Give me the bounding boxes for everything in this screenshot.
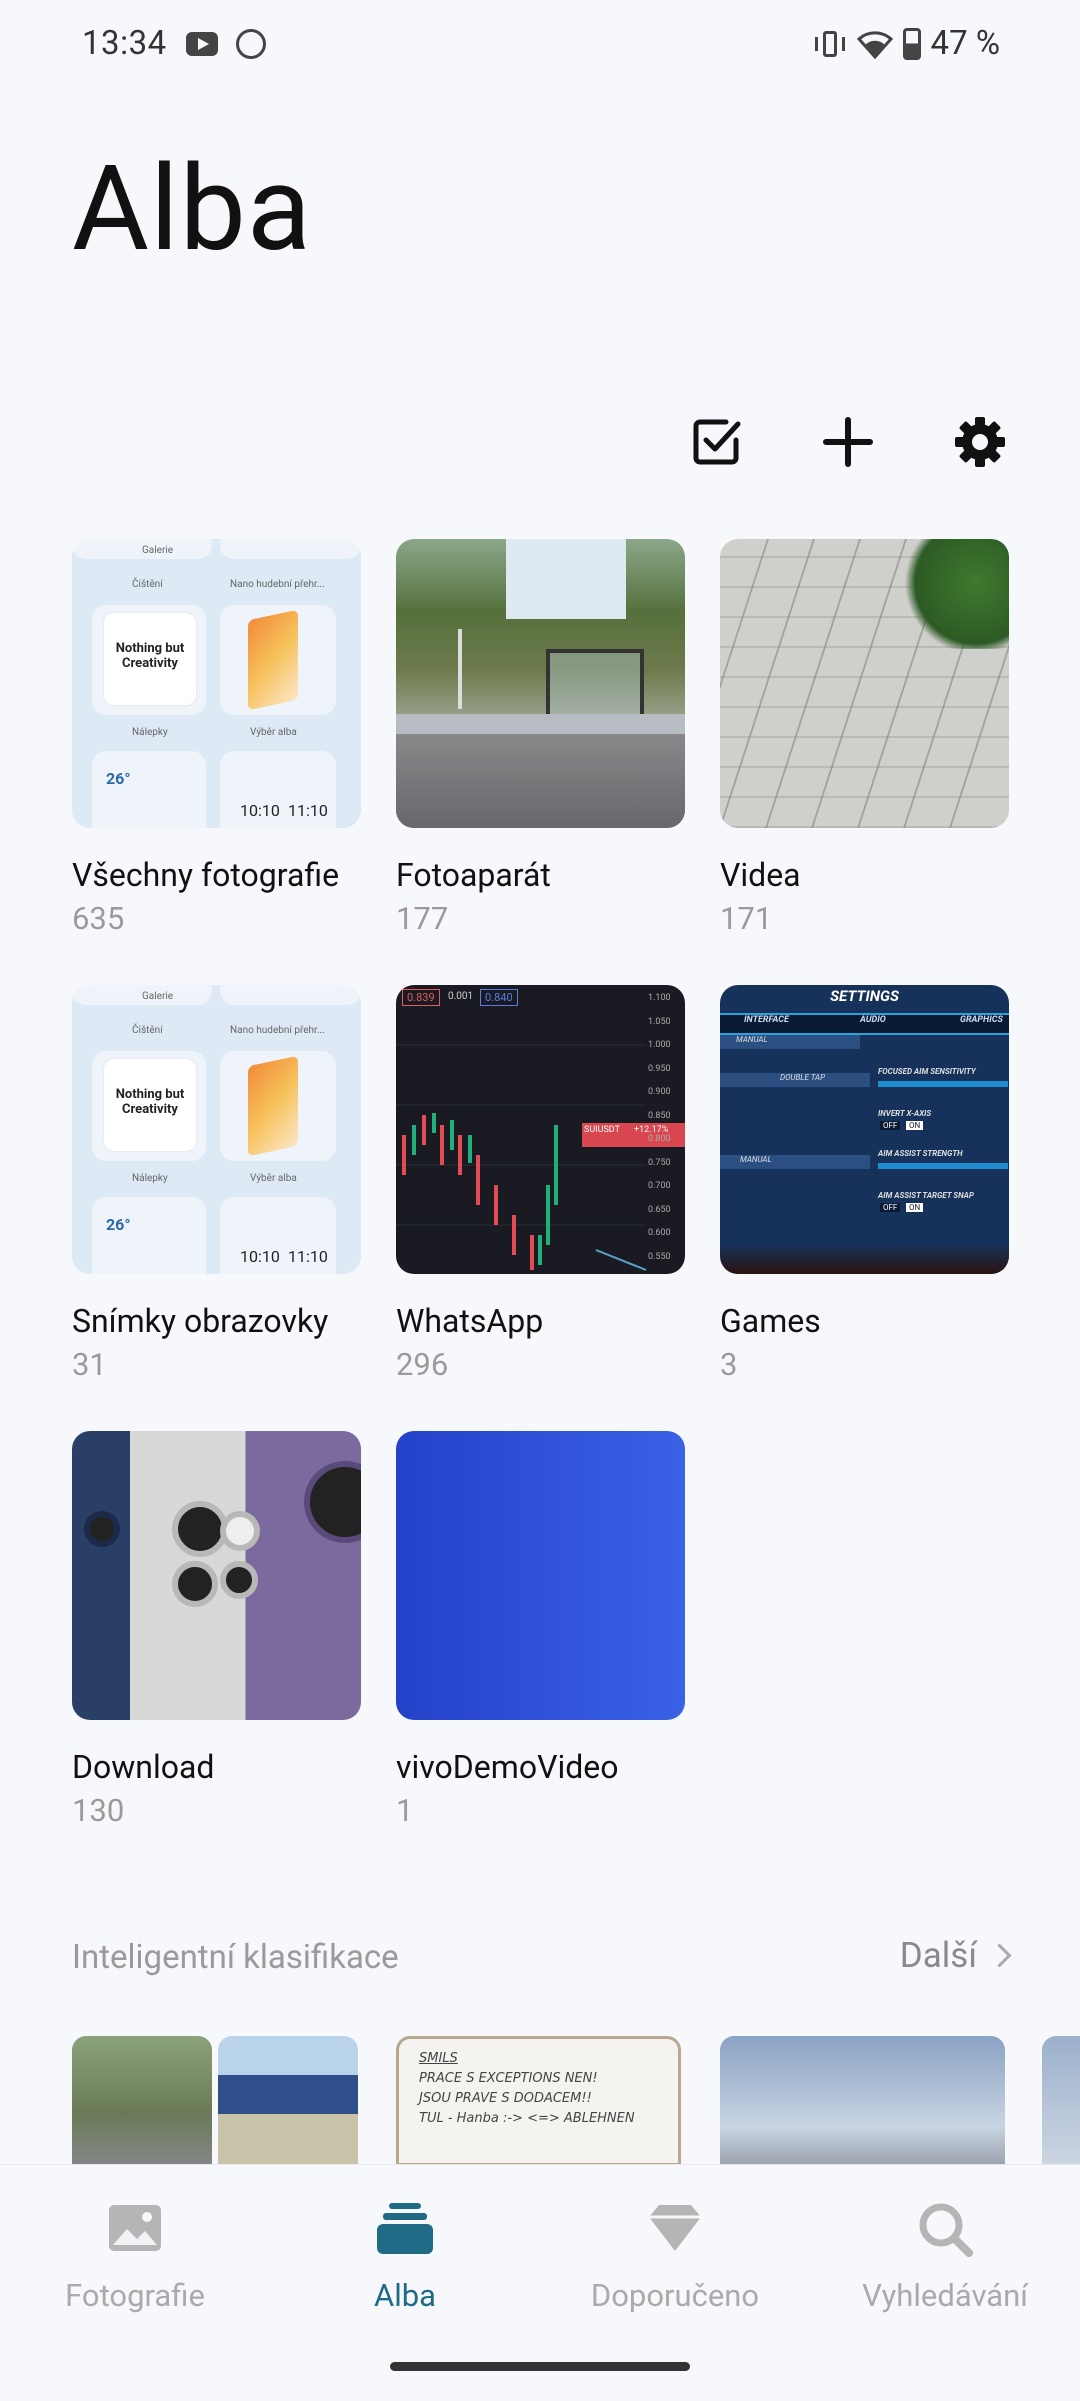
album-name: Všechny fotografie: [72, 856, 340, 894]
more-label: Další: [899, 1935, 977, 1976]
price-axis-label: 0.750: [648, 1157, 671, 1168]
album-count: 635: [72, 900, 125, 937]
classification-thumb[interactable]: [218, 2036, 358, 2166]
price-axis-label: 0.650: [648, 1204, 671, 1215]
nav-label: Vyhledávání: [862, 2277, 1028, 2314]
settings-button[interactable]: [948, 410, 1012, 474]
diamond-icon: [645, 2199, 705, 2259]
album-name: vivoDemoVideo: [396, 1748, 619, 1786]
nav-recommended[interactable]: Doporučeno: [540, 2199, 810, 2314]
battery-icon: [902, 27, 921, 60]
album-camera[interactable]: Fotoaparát 177: [396, 539, 686, 937]
album-whatsapp[interactable]: 0.839 0.001 0.840 SUIUSDT +12.17% 1.100 …: [396, 985, 686, 1383]
classification-thumb[interactable]: [720, 2036, 1005, 2166]
album-thumbnail: Galerie Čištění Nano hudební přehr... No…: [72, 985, 361, 1274]
album-games[interactable]: SETTINGS INTERFACE AUDIO GRAPHICS MANUAL…: [720, 985, 1010, 1383]
more-link[interactable]: Další: [899, 1935, 1012, 1976]
album-count: 177: [396, 900, 449, 937]
price-axis-label: 0.700: [648, 1181, 671, 1191]
nav-albums[interactable]: Alba: [270, 2199, 540, 2314]
add-album-button[interactable]: [816, 410, 880, 474]
data-saver-icon: [236, 29, 266, 59]
plus-icon: [823, 417, 873, 467]
price-axis-label: 0.600: [648, 1228, 671, 1238]
vibrate-icon: [813, 29, 847, 59]
chevron-right-icon: [987, 1943, 1012, 1968]
album-thumbnail: SETTINGS INTERFACE AUDIO GRAPHICS MANUAL…: [720, 985, 1009, 1274]
album-thumbnail: [396, 1431, 685, 1720]
image-icon: [105, 2199, 165, 2259]
price-axis-label: 1.100: [648, 993, 671, 1003]
classification-thumb[interactable]: [1042, 2036, 1080, 2166]
page-title: Alba: [72, 140, 313, 278]
price-axis-label: 0.800: [648, 1134, 671, 1144]
home-indicator[interactable]: [390, 2362, 690, 2371]
album-screenshots[interactable]: Galerie Čištění Nano hudební přehr... No…: [72, 985, 362, 1383]
album-videos[interactable]: Videa 171: [720, 539, 1010, 937]
nav-label: Doporučeno: [590, 2277, 760, 2314]
album-thumbnail: [720, 539, 1009, 828]
album-count: 3: [720, 1346, 738, 1383]
checkbox-edit-icon: [693, 419, 741, 465]
battery-percent: 47 %: [930, 24, 1000, 63]
nav-search[interactable]: Vyhledávání: [810, 2199, 1080, 2314]
search-icon: [915, 2199, 975, 2259]
nav-label: Fotografie: [65, 2277, 205, 2314]
album-thumbnail: 0.839 0.001 0.840 SUIUSDT +12.17% 1.100 …: [396, 985, 685, 1274]
album-count: 31: [72, 1346, 107, 1383]
status-bar: 13:34 47 %: [0, 0, 1080, 90]
album-all-photos[interactable]: Galerie Čištění Nano hudební přehr... No…: [72, 539, 362, 937]
youtube-notification-icon: [186, 32, 218, 56]
gear-icon: [955, 417, 1005, 467]
album-thumbnail: [72, 1431, 361, 1720]
wifi-icon: [856, 30, 893, 59]
price-axis-label: 0.900: [648, 1087, 671, 1097]
album-name: Games: [720, 1302, 821, 1340]
nav-label: Alba: [373, 2277, 437, 2314]
album-download[interactable]: Download 130: [72, 1431, 362, 1829]
album-thumbnail: Galerie Čištění Nano hudební přehr... No…: [72, 539, 361, 828]
album-name: WhatsApp: [396, 1302, 544, 1340]
album-count: 130: [72, 1792, 125, 1829]
price-axis-label: 1.050: [648, 1016, 671, 1027]
album-count: 171: [720, 900, 773, 937]
album-name: Videa: [720, 856, 801, 894]
album-vivo-demo-video[interactable]: vivoDemoVideo 1: [396, 1431, 686, 1829]
classification-thumb-whiteboard[interactable]: SMILS PRACE S EXCEPTIONS NEN! JSOU PRAVE…: [396, 2036, 681, 2166]
select-button[interactable]: [686, 410, 750, 474]
status-right: 47 %: [813, 24, 1000, 63]
album-thumbnail: [396, 539, 685, 828]
album-count: 296: [396, 1346, 449, 1383]
price-axis-label: 0.950: [648, 1063, 671, 1074]
nav-photos[interactable]: Fotografie: [0, 2199, 270, 2314]
album-name: Snímky obrazovky: [72, 1302, 329, 1340]
status-time: 13:34: [82, 24, 167, 63]
album-count: 1: [396, 1792, 414, 1829]
albums-stack-icon: [375, 2199, 435, 2259]
price-axis-label: 0.550: [648, 1251, 671, 1262]
section-title: Inteligentní klasifikace: [72, 1938, 399, 1977]
album-name: Fotoaparát: [396, 856, 551, 894]
classification-thumb[interactable]: [72, 2036, 212, 2166]
album-name: Download: [72, 1748, 215, 1786]
price-axis-label: 0.850: [648, 1110, 671, 1121]
price-axis-label: 1.000: [648, 1040, 671, 1050]
